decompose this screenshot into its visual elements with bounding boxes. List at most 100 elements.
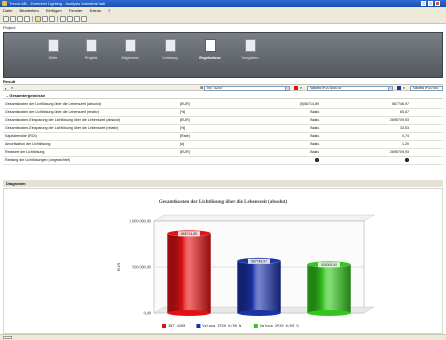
legend-swatch-1 (196, 324, 201, 328)
step-label: Ergebnisse (199, 55, 221, 60)
step-general[interactable]: Allgemein (117, 39, 143, 60)
redo-icon[interactable] (67, 16, 73, 22)
print-icon[interactable] (24, 16, 30, 22)
project-icon (85, 39, 97, 52)
data-label-2: 530000,00 (321, 263, 337, 267)
zoom-tool-icon[interactable]: ⌕ (300, 85, 302, 90)
minimize-icon[interactable] (421, 1, 426, 6)
row-label: Amortisation der Lichtlösung (3, 140, 178, 149)
info-icon[interactable]: ! (405, 158, 409, 162)
table-row: Gesamtkosten-Einsparung der Lichtlösung … (3, 116, 443, 125)
menu-insert[interactable]: Einfügen (46, 8, 62, 13)
table-row: Ranking der Lichtlösungen (ungewichtet) … (3, 156, 443, 165)
diagram-header: Diagramm (3, 180, 443, 187)
menu-window[interactable]: Fenster (69, 8, 83, 13)
step-label: Projekt (84, 55, 98, 60)
step-goals[interactable]: Ziele (40, 39, 66, 60)
row-label: Gesamtkosten der Lichtlösung über die Le… (3, 108, 178, 117)
zoom-tool-icon[interactable]: ⌕ (11, 85, 13, 90)
table-row: Kapitalrendite (ROI) [Rate] Basis 0,74 (3, 132, 443, 141)
row-label: Ranking der Lichtlösungen (ungewichtet) (3, 156, 178, 165)
data-label-1: 567746,97 (251, 259, 267, 263)
chart-title: Gesamtkosten der Lichtlösung über die Le… (159, 200, 287, 205)
results-icon (204, 39, 216, 52)
result-selector-bar: ▪ ⌕ ⊞ INT 4200° ⌕ Valuea IP20 6/50 lo° ⌕… (3, 84, 443, 91)
table-row: Restwert der Lichtlösung [EUR] Basis 269… (3, 148, 443, 157)
bar-shade-2 (307, 264, 351, 313)
solution-b-select[interactable]: Valuea IP20 6/50 lo° (307, 86, 393, 91)
value-a: Basis (253, 140, 323, 149)
value-b: 567746,97 (323, 100, 413, 109)
y-tick-label: 1.000.000,00 (129, 219, 151, 225)
row-label: Gesamtkosten der Lichtlösung über die Le… (3, 100, 178, 109)
legend-label-0: INT 4200 (168, 325, 185, 329)
value-a: Basis (253, 148, 323, 157)
y-tick-label: 500.000,00 (132, 265, 151, 271)
undo-icon[interactable] (60, 16, 66, 22)
workflow-stepbar: Ziele Projekt Allgemein Leistung Ergebni… (3, 32, 443, 78)
cut-icon[interactable] (35, 16, 41, 22)
table-row: Gesamtkosten der Lichtlösung über die Le… (3, 108, 443, 117)
value-b: 2695709,93 (323, 148, 413, 157)
results-table: Gesamtkosten der Lichtlösung über die Le… (3, 100, 443, 165)
legend-label-2: Valuea IP20 6/50 D (260, 324, 299, 329)
value-a: Basis (253, 108, 323, 117)
new-file-icon[interactable] (3, 16, 9, 22)
legend-swatch-2 (253, 324, 258, 328)
value-a: Basis (253, 116, 323, 125)
step-settings[interactable]: Vorgaben (237, 39, 263, 60)
step-label: Vorgaben (241, 55, 259, 60)
section-header[interactable]: – Gesamtergebnisse (3, 92, 443, 99)
menu-file[interactable]: Datei (3, 8, 12, 13)
general-icon (124, 39, 136, 52)
copy-icon[interactable] (42, 16, 48, 22)
row-unit: [a] (178, 140, 253, 149)
row-label: Kapitalrendite (ROI) (3, 132, 178, 141)
bar-chart: Gesamtkosten der Lichtlösung über die Le… (116, 200, 375, 329)
chart-panel: Gesamtkosten der Lichtlösung über die Le… (3, 188, 443, 334)
row-unit: [%] (178, 108, 253, 117)
paste-icon[interactable] (49, 16, 55, 22)
row-unit: [EUR] (178, 100, 253, 109)
bar-base-0 (167, 310, 211, 316)
zoom-icon[interactable] (74, 16, 80, 22)
open-folder-icon[interactable] (10, 16, 16, 22)
step-performance[interactable]: Leistung (157, 39, 183, 60)
bar-base-1 (237, 310, 281, 316)
solution-c-select[interactable]: Valuea IP20 6/5 (410, 86, 443, 91)
compare-icon[interactable]: ⊞ (200, 85, 203, 90)
bar-shade-0 (167, 233, 211, 313)
row-unit: [Rate] (178, 132, 253, 141)
color-blue-swatch (397, 86, 401, 90)
legend-label-1: Valuea IP20 6/50 N (202, 324, 241, 329)
app-icon (2, 1, 7, 6)
step-results[interactable]: Ergebnisse (197, 39, 223, 60)
menu-help[interactable]: ? (108, 8, 110, 13)
maximize-icon[interactable] (428, 1, 433, 6)
collapse-icon[interactable]: ▪ (5, 86, 6, 91)
goal-icon (47, 39, 59, 52)
step-project[interactable]: Projekt (78, 39, 104, 60)
color-red-swatch (294, 86, 298, 90)
chevron-down-icon (388, 87, 392, 90)
solution-a-select[interactable]: INT 4200° (204, 86, 290, 91)
zoom-tool-icon[interactable]: ⌕ (403, 85, 405, 90)
step-label: Allgemein (121, 55, 139, 60)
info-icon[interactable]: ! (315, 158, 319, 162)
value-b: 65,67 (323, 108, 413, 117)
value-a: Basis (253, 124, 323, 133)
table-row: Gesamtkosten-Einsparung der Lichtlösung … (3, 124, 443, 133)
settings-icon (244, 39, 256, 52)
close-icon[interactable] (435, 1, 440, 6)
row-unit: [EUR] (178, 148, 253, 157)
menu-extras[interactable]: Extras (90, 8, 101, 13)
save-icon[interactable] (17, 16, 23, 22)
value-b: 2695709,93 (323, 116, 413, 125)
table-row: Amortisation der Lichtlösung [a] Basis 1… (3, 140, 443, 149)
table-row: Gesamtkosten der Lichtlösung über die Le… (3, 100, 443, 109)
project-label: Project (3, 25, 16, 30)
legend-swatch-0 (162, 324, 166, 328)
help-icon[interactable] (81, 16, 87, 22)
menu-edit[interactable]: Bearbeiten (19, 8, 38, 13)
row-label: Gesamtkosten-Einsparung der Lichtlösung … (3, 124, 178, 133)
